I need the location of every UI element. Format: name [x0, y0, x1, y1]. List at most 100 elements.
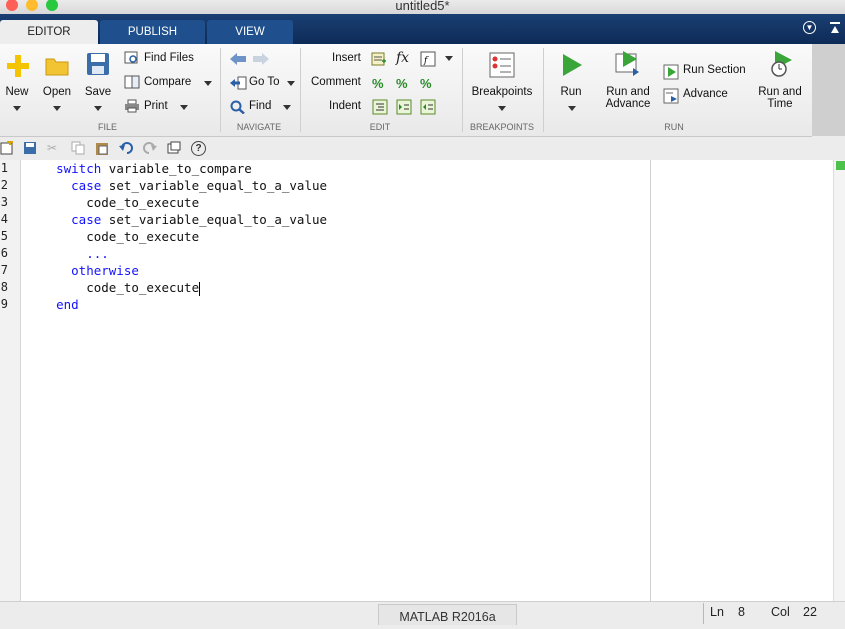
column-value: 22 — [803, 605, 817, 619]
minimize-toolstrip-icon[interactable] — [828, 21, 842, 35]
wrap-comments-icon[interactable]: % — [420, 76, 432, 91]
code-line[interactable]: code_to_execute — [26, 195, 199, 210]
line-number: 3 — [0, 195, 8, 209]
save-disk-icon — [86, 52, 110, 81]
column-label: Col — [771, 605, 790, 619]
find-dropdown-caret[interactable] — [283, 105, 291, 110]
code-line[interactable]: ... — [26, 246, 109, 261]
go-to-dropdown-caret[interactable] — [287, 81, 295, 86]
redo-icon[interactable] — [143, 141, 157, 155]
run-section-button[interactable]: Run Section — [683, 64, 746, 76]
comment-label: Comment — [311, 76, 361, 88]
back-arrow-icon[interactable] — [229, 52, 247, 71]
toolstrip-tabs: EDITOR PUBLISH VIEW ▼ — [0, 14, 845, 44]
code-analyzer-strip[interactable] — [833, 160, 845, 601]
advance-icon — [663, 88, 679, 109]
line-number: 1 — [0, 161, 8, 175]
ribbon-overflow-area — [812, 44, 845, 136]
insert-function-icon[interactable]: fx — [396, 50, 409, 66]
run-and-advance-line1: Run and — [606, 86, 650, 98]
advance-button[interactable]: Advance — [683, 88, 728, 100]
run-and-time-line1: Run and — [758, 86, 802, 98]
run-section-icon — [663, 64, 679, 85]
print-dropdown-caret[interactable] — [180, 105, 188, 110]
compare-icon — [124, 75, 140, 94]
breakpoints-group-label: BREAKPOINTS — [469, 122, 534, 132]
breakpoints-button[interactable]: Breakpoints — [466, 86, 538, 98]
smart-indent-icon[interactable] — [372, 99, 388, 120]
cut-icon[interactable]: ✂ — [47, 141, 61, 155]
open-button[interactable]: Open — [40, 86, 74, 98]
forward-arrow-icon[interactable] — [252, 52, 270, 71]
ribbon-separator — [300, 48, 301, 132]
tab-publish[interactable]: PUBLISH — [100, 20, 205, 44]
save-icon[interactable] — [23, 141, 37, 155]
run-play-icon — [560, 52, 584, 83]
code-line[interactable]: code_to_execute — [26, 229, 199, 244]
paste-icon[interactable] — [95, 141, 109, 155]
find-button[interactable]: Find — [249, 100, 271, 112]
ribbon-separator — [462, 48, 463, 132]
ribbon-separator — [220, 48, 221, 132]
switch-windows-icon[interactable] — [167, 141, 181, 155]
new-dropdown-caret[interactable] — [13, 106, 21, 111]
compare-button[interactable]: Compare — [144, 76, 191, 88]
open-dropdown-caret[interactable] — [53, 106, 61, 111]
new-plus-icon — [6, 54, 30, 83]
new-script-icon[interactable] — [0, 139, 14, 155]
run-dropdown-caret[interactable] — [568, 106, 576, 111]
line-number: 2 — [0, 178, 8, 192]
code-line[interactable]: switch variable_to_compare — [26, 161, 252, 176]
uncomment-percent-icon[interactable]: % — [396, 76, 408, 91]
tab-view[interactable]: VIEW — [207, 20, 293, 44]
new-button[interactable]: New — [3, 86, 31, 98]
decrease-indent-icon[interactable] — [420, 99, 436, 120]
undo-icon[interactable] — [119, 141, 133, 155]
insert-snippet-icon[interactable]: f — [420, 51, 436, 72]
folder-open-icon — [45, 56, 69, 81]
indent-label: Indent — [329, 100, 361, 112]
run-and-advance-button[interactable]: Run and Advance — [600, 86, 656, 110]
code-analyzer-status-icon[interactable] — [836, 161, 845, 170]
go-to-button[interactable]: Go To — [249, 76, 279, 88]
find-magnifier-icon — [230, 100, 246, 119]
comment-percent-icon[interactable]: % — [372, 76, 384, 91]
line-number-gutter — [0, 160, 21, 601]
print-icon — [124, 99, 140, 118]
code-line[interactable]: code_to_execute — [26, 280, 201, 296]
insert-section-icon[interactable] — [371, 51, 387, 72]
code-text: set_variable_equal_to_a_value — [101, 212, 328, 227]
copy-icon[interactable] — [71, 141, 85, 155]
run-and-advance-icon — [615, 50, 641, 83]
help-icon[interactable]: ? — [191, 141, 206, 156]
insert-dropdown-caret[interactable] — [445, 56, 453, 61]
save-dropdown-caret[interactable] — [94, 106, 102, 111]
run-and-time-button[interactable]: Run and Time — [754, 86, 806, 110]
print-button[interactable]: Print — [144, 100, 168, 112]
breakpoints-icon — [489, 52, 515, 83]
code-line[interactable]: case set_variable_equal_to_a_value — [26, 178, 327, 193]
compare-dropdown-caret[interactable] — [204, 81, 212, 86]
tab-editor[interactable]: EDITOR — [0, 20, 98, 44]
increase-indent-icon[interactable] — [396, 99, 412, 120]
run-group-label: RUN — [664, 122, 684, 132]
code-line[interactable]: case set_variable_equal_to_a_value — [26, 212, 327, 227]
help-options-icon[interactable]: ▼ — [803, 21, 816, 34]
matlab-version-label: MATLAB R2016a — [378, 604, 517, 625]
run-button[interactable]: Run — [555, 86, 587, 98]
code-keyword: switch — [56, 161, 102, 176]
code-keyword: case — [71, 212, 102, 227]
save-button[interactable]: Save — [82, 86, 114, 98]
code-line[interactable]: end — [26, 297, 79, 312]
window-titlebar: untitled5* — [0, 0, 845, 14]
breakpoints-dropdown-caret[interactable] — [498, 106, 506, 111]
code-text: set_variable_equal_to_a_value — [101, 178, 328, 193]
find-files-button[interactable]: Find Files — [144, 52, 194, 64]
code-line[interactable]: otherwise — [26, 263, 139, 278]
code-keyword: ... — [86, 246, 109, 261]
editor-ribbon: New Open Save Find Files Compare Print F… — [0, 44, 812, 137]
